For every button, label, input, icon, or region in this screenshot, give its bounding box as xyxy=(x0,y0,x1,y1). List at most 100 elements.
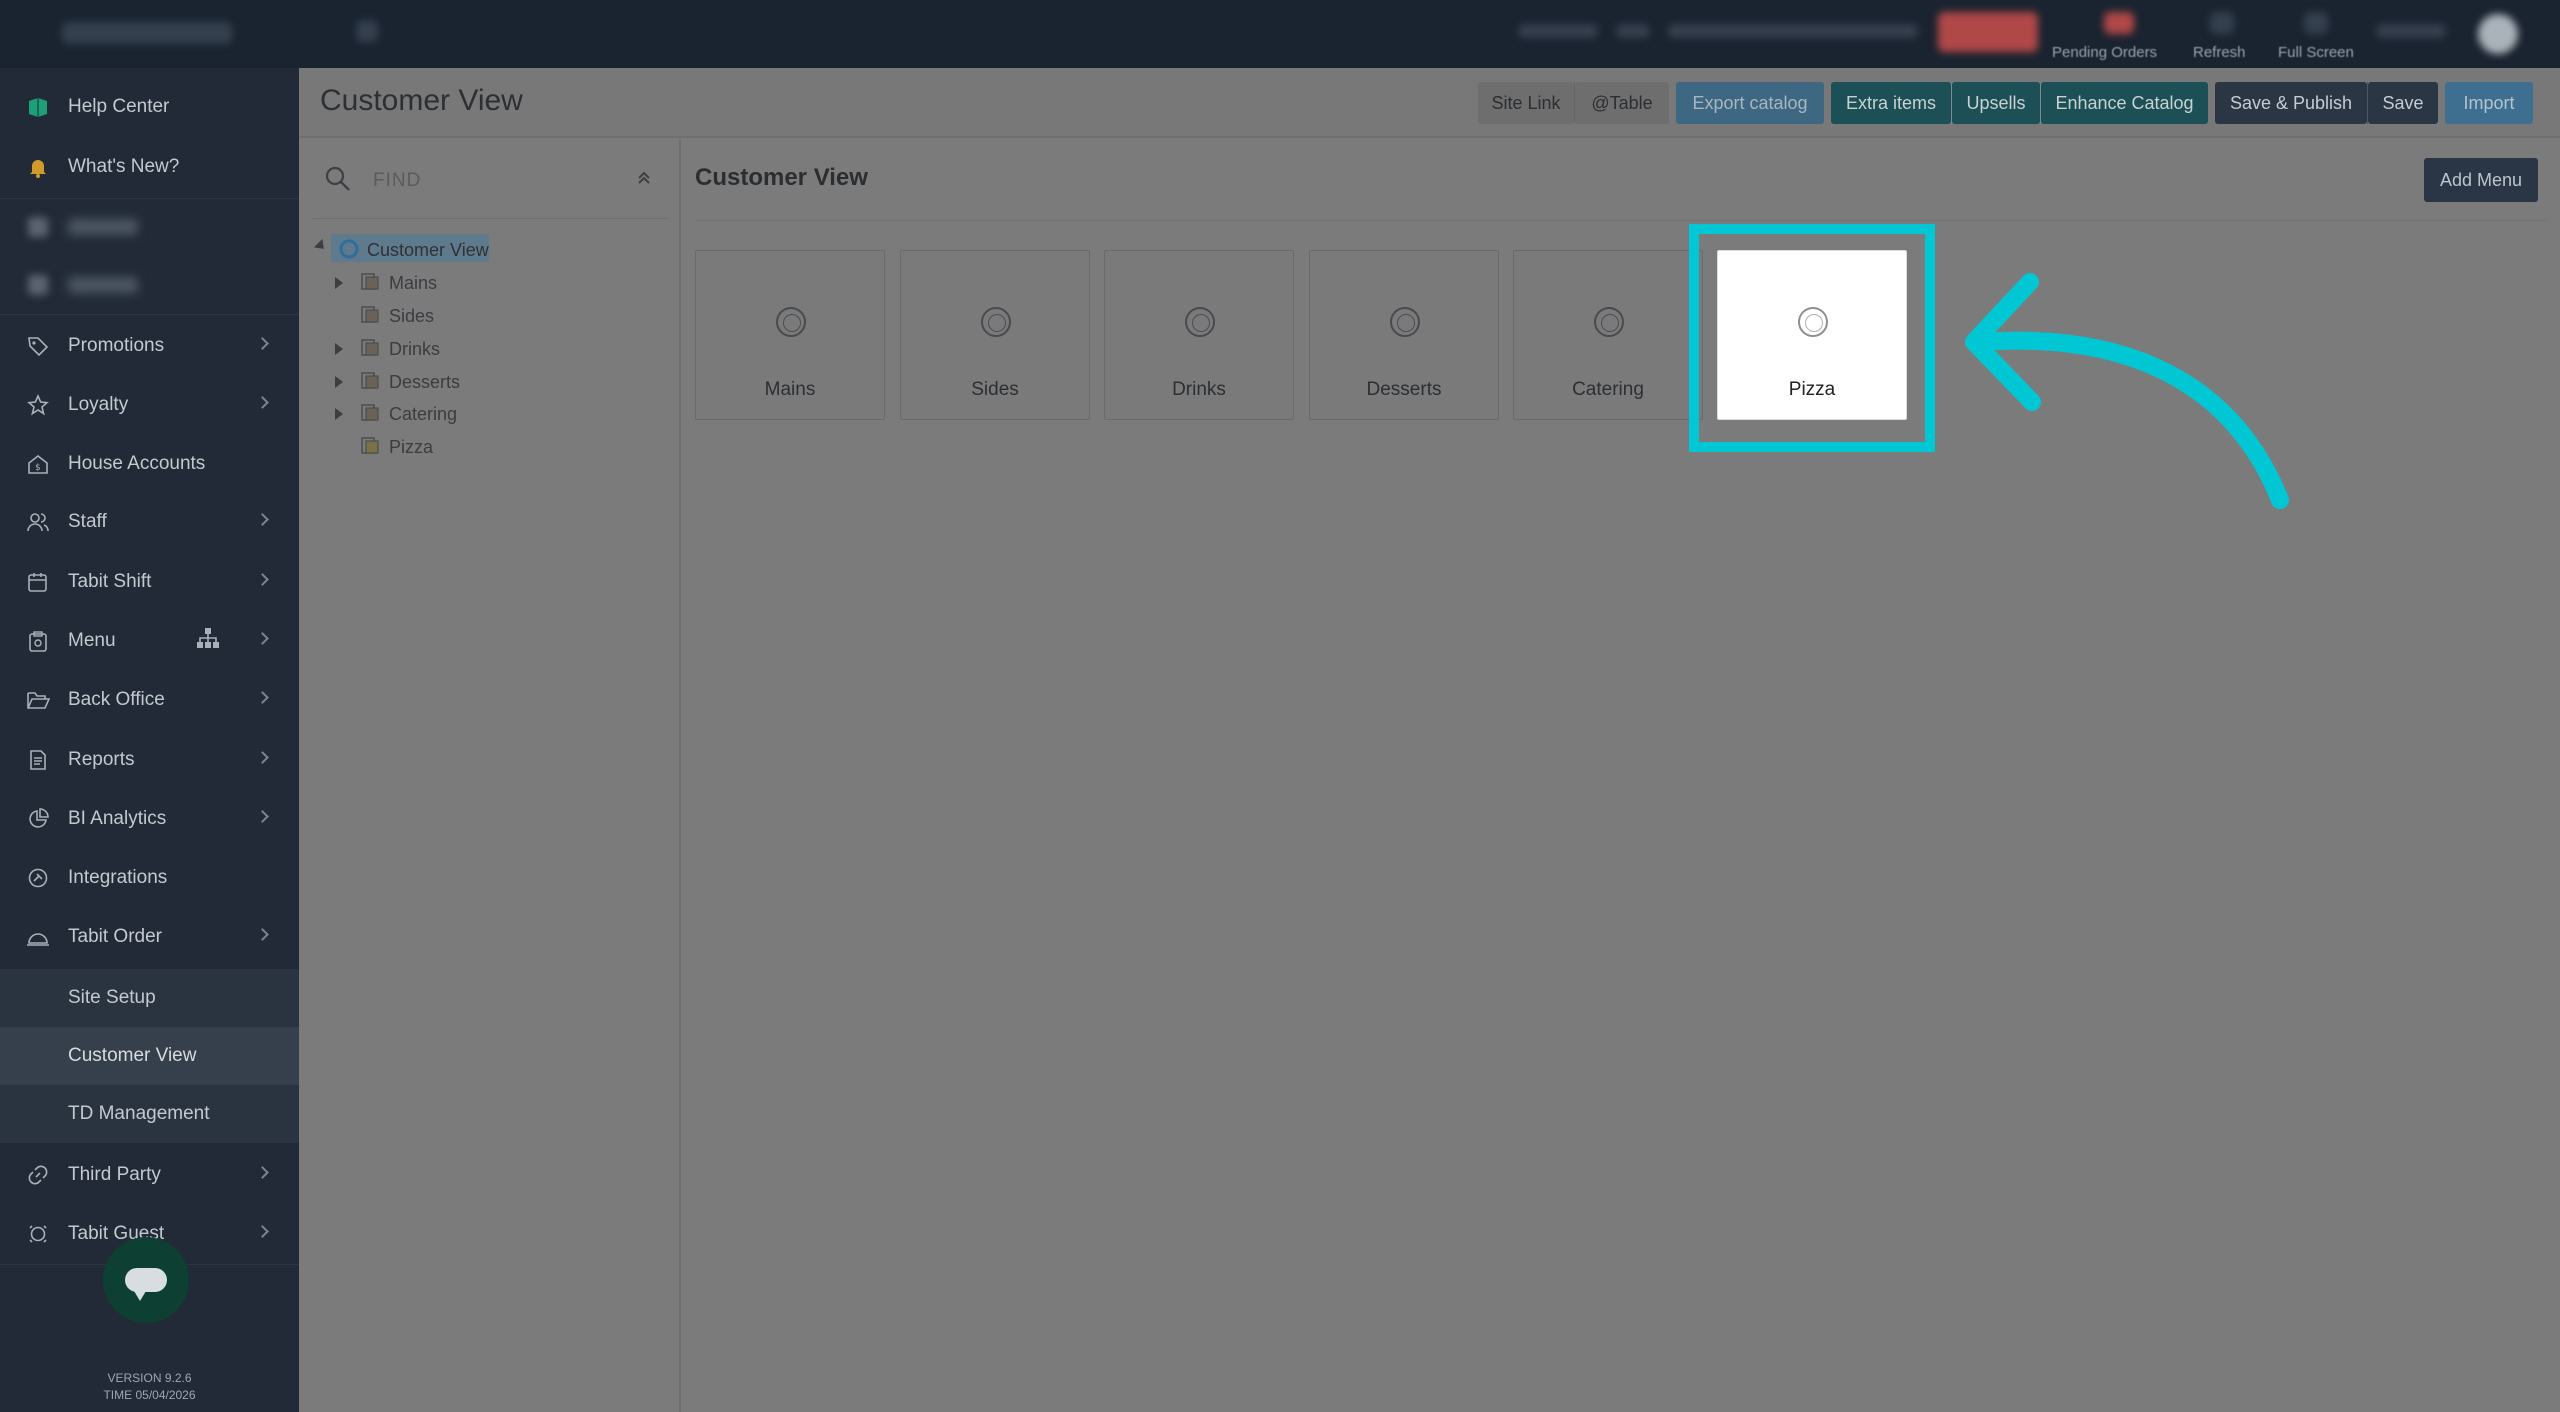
sidebar-item-tabit-shift[interactable]: Tabit Shift xyxy=(0,553,299,611)
refresh-icon[interactable] xyxy=(2210,12,2234,34)
menu-card-label: Catering xyxy=(1572,379,1644,400)
status-pill[interactable] xyxy=(1938,12,2038,52)
folder-icon xyxy=(361,306,379,323)
sidebar-item-label: What's New? xyxy=(68,156,180,177)
sidebar-item-tabit-order[interactable]: Tabit Order xyxy=(0,908,299,966)
menu-card-desserts[interactable]: Desserts xyxy=(1309,250,1499,420)
radio-icon xyxy=(1185,307,1215,337)
grid-icon[interactable] xyxy=(356,20,378,42)
tree-node-sides[interactable]: Sides xyxy=(389,301,434,331)
sidebar-item-promotions[interactable]: Promotions xyxy=(0,317,299,375)
sidebar-item-help-center[interactable]: Help Center xyxy=(0,78,299,136)
search-icon xyxy=(325,166,351,197)
blurred-header-text xyxy=(1616,24,1650,38)
tree-toggle-catering[interactable] xyxy=(335,408,343,420)
page-title: Customer View xyxy=(320,84,523,117)
chevron-right-icon xyxy=(256,513,269,526)
sidebar-item-blurred-2[interactable] xyxy=(0,256,299,314)
pending-orders-caption[interactable]: Pending Orders xyxy=(2052,44,2157,61)
sidebar-item-house-accounts[interactable]: $ House Accounts xyxy=(0,435,299,493)
radio-icon xyxy=(776,307,806,337)
bell-icon xyxy=(26,155,50,179)
menu-card-catering[interactable]: Catering xyxy=(1513,250,1703,420)
enhance-catalog-button[interactable]: Enhance Catalog xyxy=(2041,82,2208,124)
blurred-icon xyxy=(26,273,50,297)
tree-node-mains[interactable]: Mains xyxy=(389,268,437,298)
tree-toggle-desserts[interactable] xyxy=(335,376,343,388)
curved-arrow-icon xyxy=(1965,273,2289,509)
calendar-icon xyxy=(26,570,50,594)
extra-items-button[interactable]: Extra items xyxy=(1831,82,1951,124)
refresh-caption[interactable]: Refresh xyxy=(2193,44,2246,61)
menu-card-sides[interactable]: Sides xyxy=(900,250,1090,420)
chevron-right-icon xyxy=(256,810,269,823)
menu-card-drinks[interactable]: Drinks xyxy=(1104,250,1294,420)
help-center-icon xyxy=(26,95,50,119)
radio-icon xyxy=(981,307,1011,337)
at-table-button[interactable]: @Table xyxy=(1575,82,1669,124)
sidebar-subitem-customer-view[interactable]: Customer View xyxy=(0,1027,299,1085)
sidebar-item-bi-analytics[interactable]: BI Analytics xyxy=(0,790,299,848)
tree-node-desserts[interactable]: Desserts xyxy=(389,367,460,397)
sidebar-item-loyalty[interactable]: Loyalty xyxy=(0,376,299,434)
sidebar-item-third-party[interactable]: Third Party xyxy=(0,1146,299,1204)
export-catalog-button[interactable]: Export catalog xyxy=(1676,82,1824,124)
chevron-right-icon xyxy=(256,1225,269,1238)
tree-node-pizza[interactable]: Pizza xyxy=(389,432,433,462)
find-input[interactable] xyxy=(371,166,611,196)
menu-card-label: Mains xyxy=(764,379,816,400)
chat-button[interactable] xyxy=(103,1237,189,1323)
sidebar-item-reports[interactable]: Reports xyxy=(0,731,299,789)
tree-node-catering[interactable]: Catering xyxy=(389,399,457,429)
full-screen-caption[interactable]: Full Screen xyxy=(2278,44,2354,61)
tree-node-root[interactable]: Customer View xyxy=(367,235,489,265)
document-icon xyxy=(26,748,50,772)
folder-icon xyxy=(361,437,379,454)
tree-node-drinks[interactable]: Drinks xyxy=(389,334,440,364)
folder-open-icon xyxy=(26,688,50,712)
tag-icon xyxy=(26,334,50,358)
menu-tree-panel: Customer View Mains Sides Drinks Dessert… xyxy=(299,140,681,1412)
sidebar-item-back-office[interactable]: Back Office xyxy=(0,671,299,729)
blurred-icon xyxy=(26,215,50,239)
root-node-icon xyxy=(339,239,359,264)
avatar[interactable] xyxy=(2478,14,2518,54)
menu-card-label: Desserts xyxy=(1366,379,1442,400)
sidebar-item-whats-new[interactable]: What's New? xyxy=(0,138,299,196)
folder-icon xyxy=(361,404,379,421)
collapse-all-icon[interactable] xyxy=(636,170,652,191)
chevron-right-icon xyxy=(256,632,269,645)
upsells-button[interactable]: Upsells xyxy=(1952,82,2040,124)
menu-card-mains[interactable]: Mains xyxy=(695,250,885,420)
sidebar-item-staff[interactable]: Staff xyxy=(0,493,299,551)
save-button[interactable]: Save xyxy=(2368,82,2438,124)
import-button[interactable]: Import xyxy=(2445,82,2533,124)
chat-bubble-icon xyxy=(125,1268,167,1301)
sidebar-item-menu[interactable]: Menu xyxy=(0,612,299,670)
user-name[interactable] xyxy=(2376,24,2446,38)
menu-card-label: Sides xyxy=(971,379,1019,400)
chevron-right-icon xyxy=(256,573,269,586)
tree-toggle-mains[interactable] xyxy=(335,277,343,289)
tree-toggle-drinks[interactable] xyxy=(335,343,343,355)
chevron-right-icon xyxy=(256,691,269,704)
menu-clipboard-icon xyxy=(26,629,50,653)
chevron-right-icon xyxy=(256,1166,269,1179)
save-publish-button[interactable]: Save & Publish xyxy=(2215,82,2367,124)
tree-toggle-root[interactable] xyxy=(313,238,329,254)
add-menu-button[interactable]: Add Menu xyxy=(2424,158,2538,202)
radio-icon xyxy=(1594,307,1624,337)
blurred-header-text xyxy=(1668,24,1918,38)
folder-icon xyxy=(361,372,379,389)
sidebar-subitem-site-setup[interactable]: Site Setup xyxy=(0,969,299,1027)
notification-badge[interactable] xyxy=(2104,12,2134,34)
fullscreen-icon[interactable] xyxy=(2304,12,2328,34)
cloche-icon xyxy=(26,925,50,949)
sidebar-item-integrations[interactable]: Integrations xyxy=(0,849,299,907)
blurred-header-text xyxy=(1518,24,1598,38)
sitemap-icon[interactable] xyxy=(196,627,220,655)
sidebar-subitem-td-management[interactable]: TD Management xyxy=(0,1085,299,1143)
sidebar-item-blurred-1[interactable] xyxy=(0,198,299,256)
main-header: Customer View Site Link @Table Export ca… xyxy=(299,68,2560,138)
site-link-button[interactable]: Site Link xyxy=(1478,82,1574,124)
